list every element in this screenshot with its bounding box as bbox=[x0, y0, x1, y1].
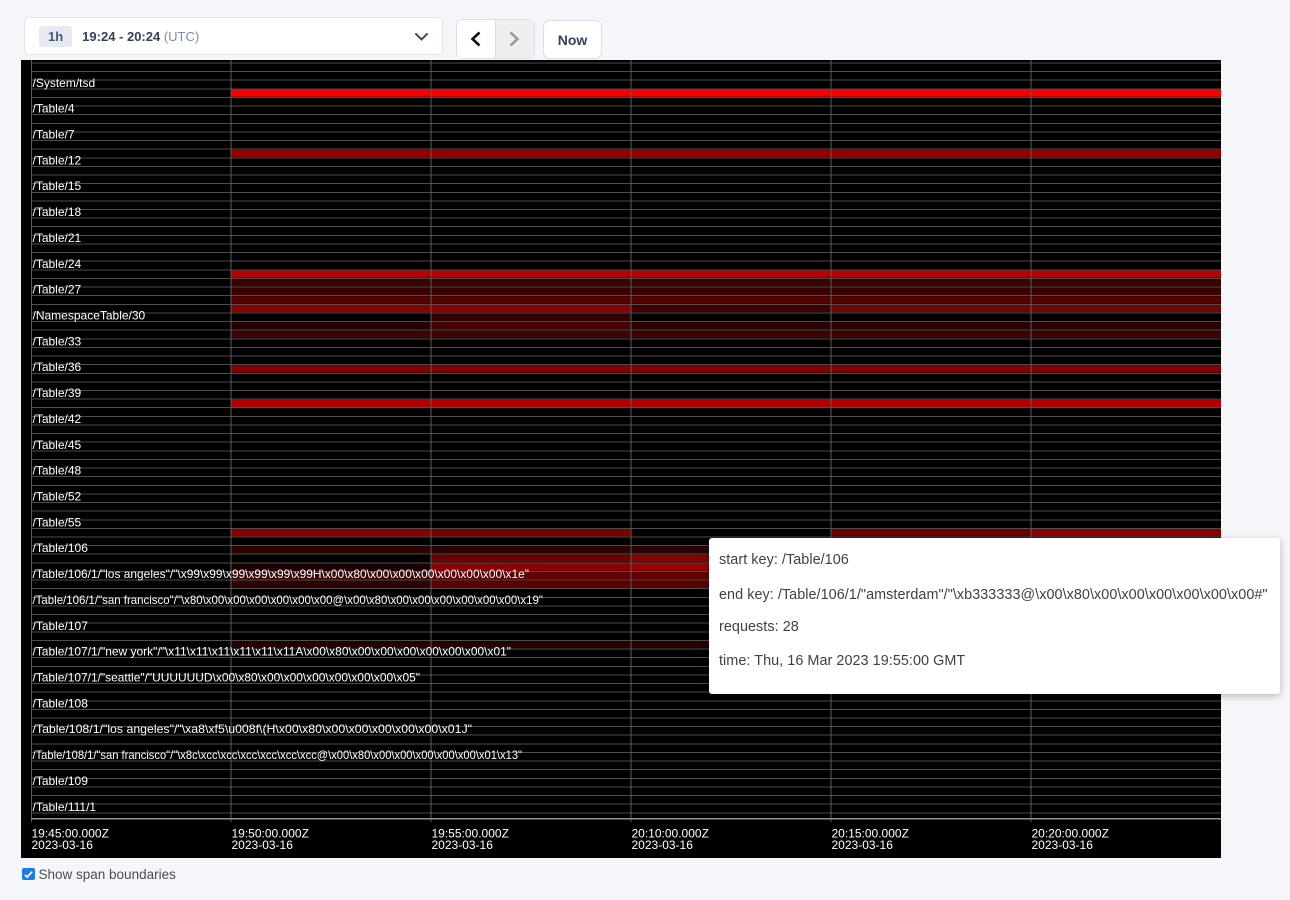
svg-text:2023-03-16: 2023-03-16 bbox=[832, 838, 894, 852]
svg-text:/Table/111/1: /Table/111/1 bbox=[33, 800, 97, 814]
svg-text:/Table/109: /Table/109 bbox=[33, 774, 89, 788]
svg-text:/Table/106/1/"san francisco"/": /Table/106/1/"san francisco"/"\x80\x00\x… bbox=[33, 593, 544, 607]
svg-text:/Table/45: /Table/45 bbox=[33, 438, 82, 452]
svg-text:2023-03-16: 2023-03-16 bbox=[432, 838, 494, 852]
svg-text:/Table/12: /Table/12 bbox=[33, 153, 82, 167]
svg-text:/Table/107: /Table/107 bbox=[33, 619, 89, 633]
svg-text:/Table/107/1/"new york"/"\x11\: /Table/107/1/"new york"/"\x11\x11\x11\x1… bbox=[33, 645, 512, 659]
svg-text:2023-03-16: 2023-03-16 bbox=[32, 838, 94, 852]
svg-text:/Table/48: /Table/48 bbox=[33, 464, 82, 478]
svg-text:/Table/24: /Table/24 bbox=[33, 257, 82, 271]
svg-text:/Table/4: /Table/4 bbox=[33, 102, 75, 116]
svg-text:/Table/108: /Table/108 bbox=[33, 696, 89, 710]
svg-text:/Table/106/1/"los angeles"/"\x: /Table/106/1/"los angeles"/"\x99\x99\x99… bbox=[33, 567, 530, 581]
svg-text:/Table/27: /Table/27 bbox=[33, 283, 82, 297]
svg-text:/Table/33: /Table/33 bbox=[33, 334, 82, 348]
svg-text:/Table/21: /Table/21 bbox=[33, 231, 82, 245]
svg-text:/Table/18: /Table/18 bbox=[33, 205, 82, 219]
svg-text:/Table/42: /Table/42 bbox=[33, 412, 82, 426]
svg-text:2023-03-16: 2023-03-16 bbox=[632, 838, 694, 852]
svg-text:/Table/39: /Table/39 bbox=[33, 386, 82, 400]
svg-text:/NamespaceTable/30: /NamespaceTable/30 bbox=[33, 309, 146, 323]
svg-text:/Table/15: /Table/15 bbox=[33, 179, 82, 193]
svg-text:/Table/7: /Table/7 bbox=[33, 128, 75, 142]
svg-text:/Table/107/1/"seattle"/"UUUUUU: /Table/107/1/"seattle"/"UUUUUUD\x00\x80\… bbox=[33, 671, 421, 685]
svg-text:2023-03-16: 2023-03-16 bbox=[1032, 838, 1094, 852]
svg-text:/Table/55: /Table/55 bbox=[33, 515, 82, 529]
svg-text:/Table/52: /Table/52 bbox=[33, 490, 82, 504]
svg-text:/Table/106: /Table/106 bbox=[33, 541, 89, 555]
svg-text:/Table/108/1/"los angeles"/"\x: /Table/108/1/"los angeles"/"\xa8\xf5\u00… bbox=[33, 722, 473, 736]
svg-text:2023-03-16: 2023-03-16 bbox=[232, 838, 294, 852]
svg-text:/Table/36: /Table/36 bbox=[33, 360, 82, 374]
svg-text:/Table/108/1/"san francisco"/": /Table/108/1/"san francisco"/"\x8c\xcc\x… bbox=[33, 748, 523, 762]
svg-text:/System/tsd: /System/tsd bbox=[33, 76, 96, 90]
